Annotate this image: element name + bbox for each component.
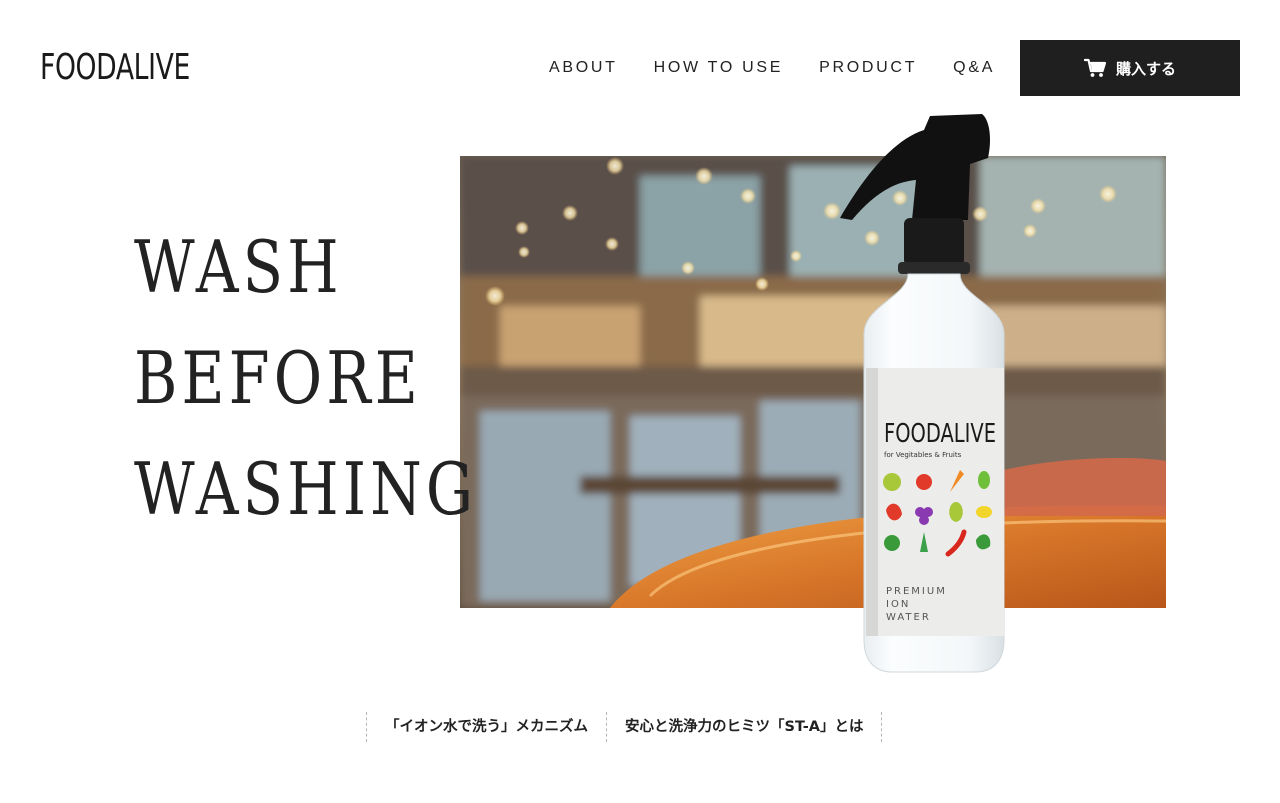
site-logo[interactable]: FOODALIVE xyxy=(40,46,190,90)
buy-button[interactable]: 購入する xyxy=(1020,40,1240,96)
bottle-subtitle: for Vegitables & Fruits xyxy=(884,451,962,459)
nav-link-qa[interactable]: Q&A xyxy=(953,58,995,78)
buy-button-label: 購入する xyxy=(1115,59,1176,78)
hero-title-line-2: BEFORE xyxy=(134,336,423,420)
sub-nav: 「イオン水で洗う」メカニズム 安心と洗浄力のヒミツ「ST-A」とは xyxy=(366,712,883,742)
bottle-brand: FOODALIVE xyxy=(884,419,996,449)
hero-title: WASH BEFORE WASHING xyxy=(134,212,494,545)
nav-link-product[interactable]: PRODUCT xyxy=(819,58,917,78)
sub-link-st-a-secret[interactable]: 安心と洗浄力のヒミツ「ST-A」とは xyxy=(607,712,883,742)
product-bottle: FOODALIVE for Vegitables & Fruits PREMIU… xyxy=(832,110,1012,680)
sub-link-ion-water-mechanism[interactable]: 「イオン水で洗う」メカニズム xyxy=(367,712,607,742)
site-header: FOODALIVE ABOUT HOW TO USE PRODUCT Q&A 購… xyxy=(0,0,1280,136)
hero-title-line-3: WASHING xyxy=(134,447,478,531)
nav-link-about[interactable]: ABOUT xyxy=(549,58,618,78)
bottle-spec-2: ION xyxy=(886,599,910,610)
bottle-spec-1: PREMIUM xyxy=(886,586,947,597)
cart-icon xyxy=(1083,58,1106,77)
main-nav: ABOUT HOW TO USE PRODUCT Q&A xyxy=(549,58,995,78)
bottle-spec-3: WATER xyxy=(886,612,931,623)
nav-link-how-to-use[interactable]: HOW TO USE xyxy=(654,58,784,78)
hero-cafe-photo xyxy=(460,156,1166,608)
hero-title-line-1: WASH xyxy=(134,225,343,309)
sprayer-icon xyxy=(840,114,990,220)
